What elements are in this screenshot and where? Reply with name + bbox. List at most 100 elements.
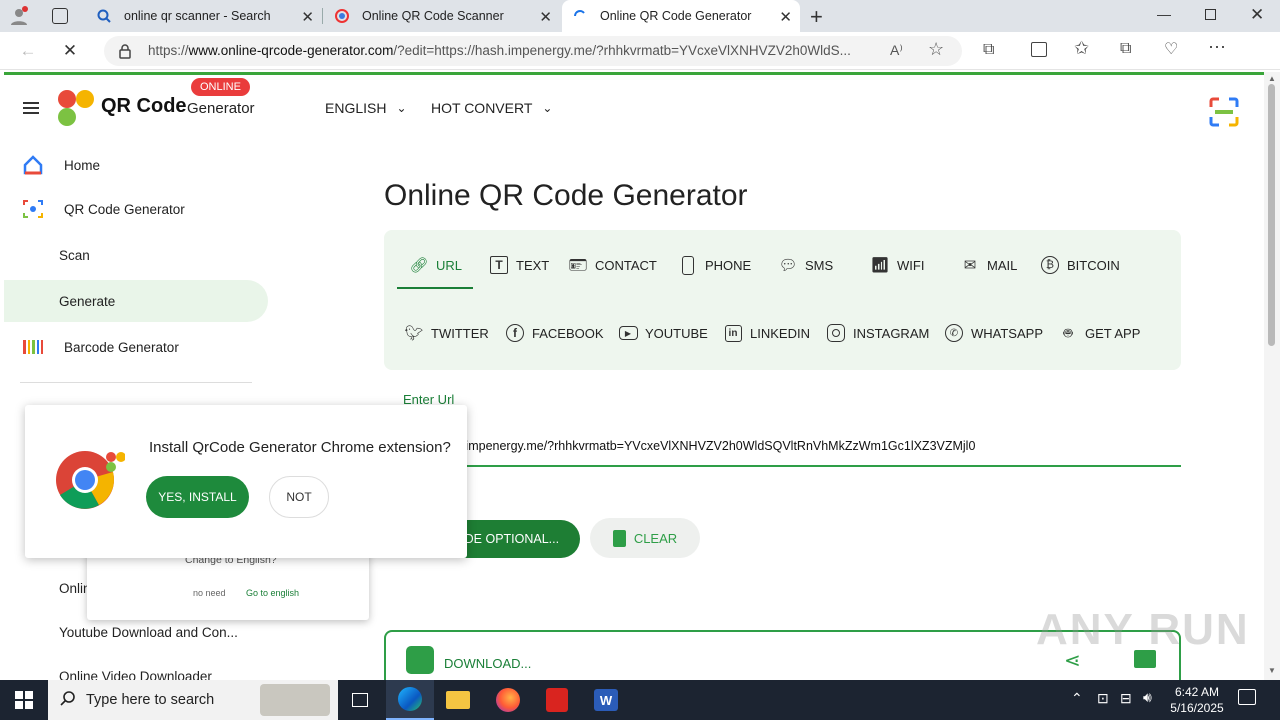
show-hidden-icons-icon[interactable]: ⌃ [1071,690,1083,707]
type-tab-phone[interactable]: PHONE [678,253,751,277]
start-button[interactable] [0,680,48,720]
task-view-button[interactable] [336,680,384,720]
favorites-icon[interactable]: ✩ [1074,38,1089,59]
tab-qr-generator[interactable]: Online QR Code Generator ✕ [562,0,800,32]
watermark: ANY RUN [1036,605,1250,654]
type-tab-whatsapp[interactable]: ✆ WHATSAPP [944,321,1043,345]
type-tab-text[interactable]: T TEXT [489,253,549,277]
sidebar-item-generate[interactable]: Generate [4,280,268,322]
taskbar-clock[interactable]: 6:42 AM 5/16/2025 [1162,684,1232,716]
download-icon[interactable] [406,646,434,674]
link-icon: 🔗︎ [409,257,429,274]
firefox-icon[interactable] [484,680,532,720]
site-logo-icon[interactable] [58,90,96,128]
type-tab-wifi[interactable]: 📶︎ WIFI [870,253,924,277]
qr-scan-icon [22,198,44,220]
minimize-button[interactable]: — [1157,6,1171,22]
read-aloud-icon[interactable]: A⁾ [890,42,903,59]
network-icon[interactable]: ⊡ [1097,690,1109,707]
tab-title: Online QR Code Scanner [362,9,504,23]
sidebar-item-scan[interactable]: Scan [4,234,268,276]
scrollbar-thumb[interactable] [1268,84,1275,346]
collections-icon[interactable]: ⧉ [1120,40,1131,58]
type-tab-url[interactable]: 🔗︎ URL [409,253,462,277]
online-badge: ONLINE [191,78,250,96]
close-tab-icon[interactable]: ✕ [301,8,314,26]
restore-button[interactable] [1205,9,1216,20]
type-tab-label: YOUTUBE [645,325,708,341]
edge-taskbar-icon[interactable] [386,680,434,720]
linkedin-icon: in [723,323,743,343]
favorite-star-icon[interactable]: ☆ [928,39,944,60]
sidebar-item-youtube-download[interactable]: Youtube Download and Con... [59,625,238,640]
not-button[interactable]: NOT [269,476,329,518]
type-tab-facebook[interactable]: f FACEBOOK [505,321,604,345]
type-tab-mail[interactable]: ✉ MAIL [960,253,1018,277]
clear-button[interactable]: CLEAR [590,518,700,558]
new-tab-button[interactable]: + [810,4,823,30]
sidebar-item-online-video-downloader[interactable]: Online Video Downloader [59,669,212,680]
clock-date: 5/16/2025 [1170,701,1224,715]
volume-icon[interactable]: 🔊︎ [1143,689,1152,706]
language-dropdown[interactable]: ENGLISH ⌄ [325,100,407,116]
type-tab-linkedin[interactable]: in LINKEDIN [723,321,810,345]
scroll-down-arrow[interactable]: ▼ [1268,666,1276,675]
extensions-icon[interactable]: ⧉ [983,41,994,59]
brand-subtitle: Generator [187,100,255,117]
acrobat-icon[interactable] [533,680,581,720]
scroll-up-arrow[interactable]: ▲ [1268,74,1276,83]
hamburger-menu-icon[interactable] [23,102,39,114]
stop-loading-button[interactable]: ✕ [56,38,84,64]
tab-qr-scanner[interactable]: Online QR Code Scanner ✕ [324,0,560,32]
word-icon[interactable]: W [582,680,630,720]
close-tab-icon[interactable]: ✕ [539,8,552,26]
page-scrollbar[interactable]: ▲ ▼ [1264,72,1280,680]
sms-icon: 💬︎ [778,257,798,274]
type-tab-bitcoin[interactable]: ₿ BITCOIN [1040,253,1120,277]
type-tab-get-app[interactable]: 🤖︎ GET APP [1058,321,1140,345]
tab-search[interactable]: online qr scanner - Search ✕ [86,0,322,32]
type-tab-label: FACEBOOK [532,325,604,341]
url-input[interactable] [403,427,1181,467]
copilot-icon[interactable] [1246,39,1268,61]
file-explorer-icon[interactable] [434,680,482,720]
brand-title[interactable]: QR Code [101,95,187,118]
browser-toolbar: ← ✕ https://www.online-qrcode-generator.… [0,32,1280,70]
web-page: QR Code Generator ONLINE ENGLISH ⌄ HOT C… [4,72,1264,680]
type-tab-contact[interactable]: 🪪︎ CONTACT [568,253,656,277]
sidebar-item-barcode-generator[interactable]: Barcode Generator [4,326,268,368]
notifications-icon[interactable] [1238,689,1256,705]
tab-actions-icon[interactable] [52,8,68,24]
close-window-button[interactable]: ✕ [1250,5,1264,25]
more-options-icon[interactable]: ⋯ [1208,37,1226,58]
lock-icon[interactable] [118,43,132,64]
scanner-icon[interactable] [1209,97,1239,132]
type-tab-youtube[interactable]: ▶ YOUTUBE [618,321,708,345]
wifi-status-icon[interactable]: ⊟ [1120,690,1132,707]
back-button[interactable]: ← [14,38,42,64]
extension-prompt-text: Install QrCode Generator Chrome extensio… [149,439,451,456]
profile-avatar[interactable] [8,5,32,27]
search-icon [96,8,112,24]
close-tab-icon[interactable]: ✕ [779,8,792,26]
taskbar-search-box[interactable]: Type here to search [48,680,338,720]
download-button[interactable]: DOWNLOAD... [444,656,531,671]
performance-icon[interactable]: ♡ [1164,39,1178,59]
type-tab-twitter[interactable]: 🐦︎ TWITTER [404,321,488,345]
yes-install-button[interactable]: YES, INSTALL [146,476,249,518]
type-tab-label: PHONE [705,257,752,273]
type-tab-label: BITCOIN [1067,257,1120,273]
no-need-button[interactable]: no need [193,588,226,598]
sidebar-item-qr-code-generator[interactable]: QR Code Generator [4,188,268,230]
sidebar-item-home[interactable]: Home [4,144,268,186]
type-tab-sms[interactable]: 💬︎ SMS [778,253,833,277]
search-icon [60,690,76,711]
hot-convert-dropdown[interactable]: HOT CONVERT ⌄ [431,100,552,116]
address-bar[interactable]: https://www.online-qrcode-generator.com/… [104,36,962,66]
type-tab-label: URL [436,257,463,273]
split-screen-icon[interactable] [1031,42,1047,57]
url-text: https://www.online-qrcode-generator.com/… [148,43,851,58]
type-tab-instagram[interactable]: INSTAGRAM [826,321,929,345]
extension-install-popup: Install QrCode Generator Chrome extensio… [25,405,467,558]
go-to-english-button[interactable]: Go to english [246,588,299,598]
